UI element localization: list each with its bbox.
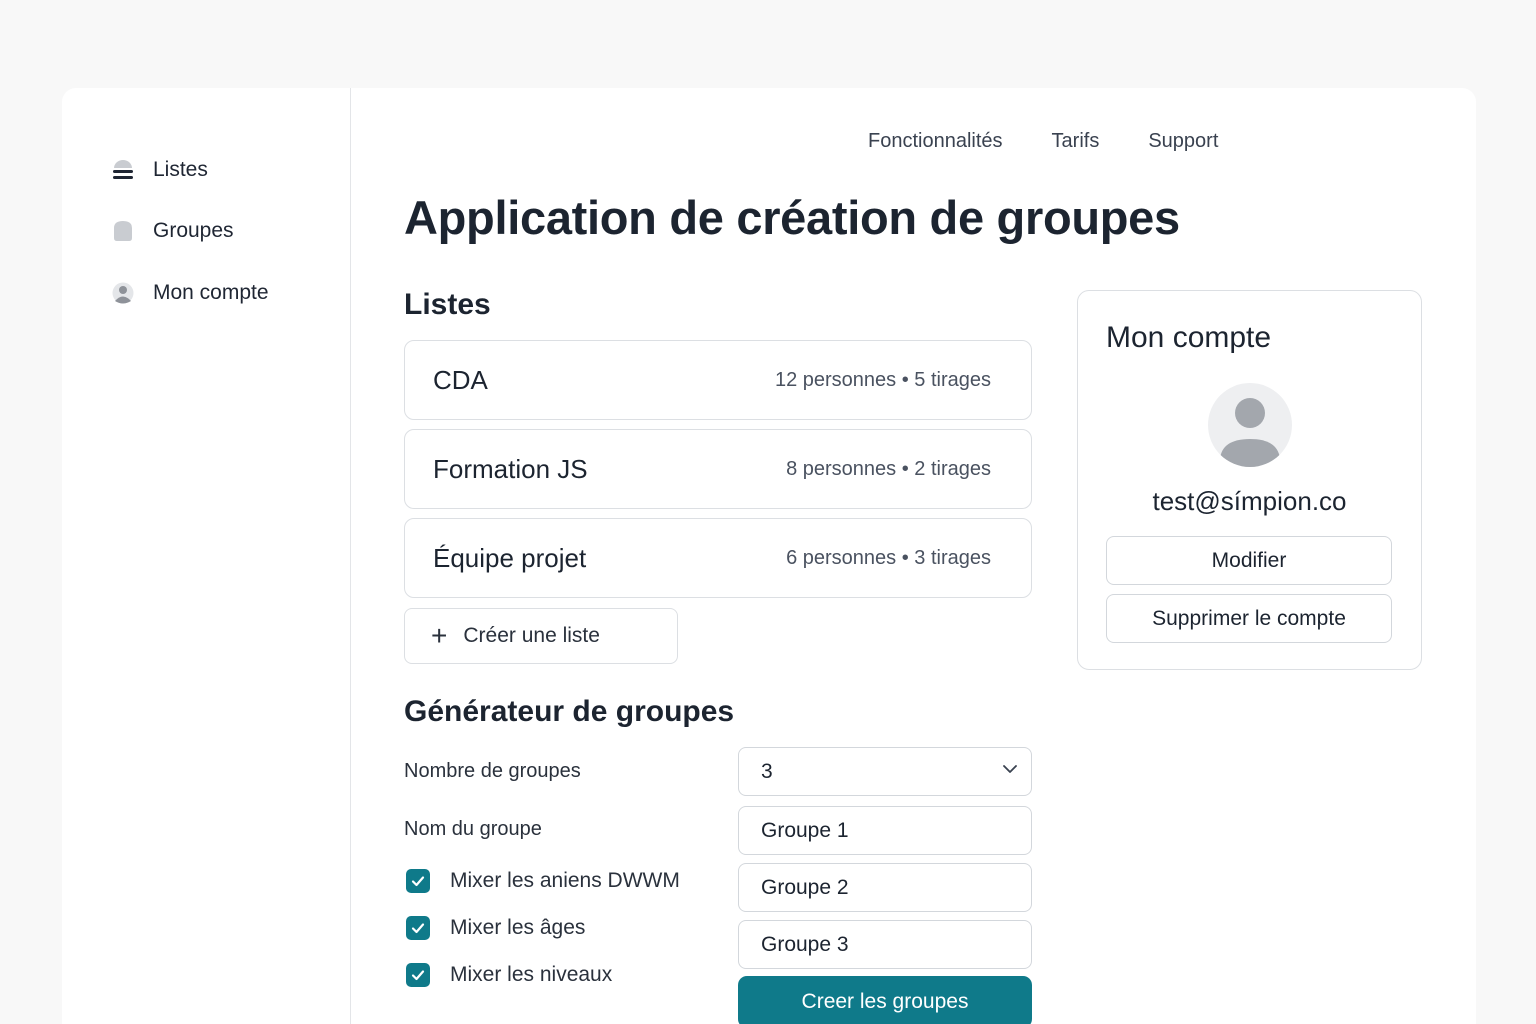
sidebar-item-listes[interactable]: Listes [112, 154, 208, 186]
account-card: Mon compte test@símpion.co Modifier Supp… [1077, 290, 1422, 670]
create-list-button[interactable]: + Créer une liste [404, 608, 678, 664]
sidebar: Listes Groupes Mon compte [62, 88, 351, 1024]
check-icon [411, 970, 425, 981]
group-name-value: Groupe 2 [761, 875, 849, 899]
checkbox-checked[interactable] [406, 916, 430, 940]
edit-account-button[interactable]: Modifier [1106, 536, 1392, 585]
list-name: CDA [433, 364, 488, 395]
check-icon [411, 923, 425, 934]
group-name-input-3[interactable]: Groupe 3 [738, 920, 1032, 969]
sidebar-item-mon-compte[interactable]: Mon compte [112, 277, 269, 309]
nav-link-support[interactable]: Support [1148, 130, 1218, 153]
checkbox-checked[interactable] [406, 869, 430, 893]
list-item[interactable]: CDA 12 personnes • 5 tirages [404, 340, 1032, 420]
sidebar-item-groupes[interactable]: Groupes [112, 215, 234, 247]
group-name-value: Groupe 3 [761, 932, 849, 956]
sidebar-item-label: Listes [153, 158, 208, 181]
checkbox-checked[interactable] [406, 963, 430, 987]
mix-levels-option[interactable]: Mixer les niveaux [406, 963, 612, 987]
mix-dwwm-option[interactable]: Mixer les aniens DWWM [406, 869, 680, 893]
list-meta: 6 personnes • 3 tirages [786, 546, 991, 569]
group-count-label: Nombre de groupes [404, 760, 581, 782]
list-meta: 8 personnes • 2 tirages [786, 457, 991, 480]
option-label: Mixer les âges [450, 916, 586, 939]
group-count-value: 3 [761, 759, 773, 783]
chevron-down-icon [1001, 760, 1019, 784]
group-name-input-2[interactable]: Groupe 2 [738, 863, 1032, 912]
avatar [1208, 383, 1292, 467]
nav-link-fonctionnalites[interactable]: Fonctionnalités [868, 130, 1003, 153]
list-item[interactable]: Équipe projet 6 personnes • 3 tirages [404, 518, 1032, 598]
list-name: Équipe projet [433, 542, 587, 573]
list-item[interactable]: Formation JS 8 personnes • 2 tirages [404, 429, 1032, 509]
account-title: Mon compte [1106, 321, 1272, 354]
page-title: Application de création de groupes [404, 191, 1180, 244]
mix-ages-option[interactable]: Mixer les âges [406, 916, 585, 940]
create-groups-button[interactable]: Creer les groupes [738, 976, 1032, 1024]
option-label: Mixer les niveaux [450, 963, 613, 986]
account-email: test@símpion.co [1152, 486, 1347, 516]
group-name-label: Nom du groupe [404, 818, 542, 840]
delete-account-button[interactable]: Supprimer le compte [1106, 594, 1392, 643]
group-count-select[interactable]: 3 [738, 747, 1032, 796]
create-list-label: Créer une liste [463, 624, 600, 647]
nav-link-tarifs[interactable]: Tarifs [1052, 130, 1100, 153]
user-icon [112, 282, 134, 304]
option-label: Mixer les aniens DWWM [450, 869, 680, 892]
groups-icon [112, 220, 134, 242]
list-meta: 12 personnes • 5 tirages [774, 368, 991, 391]
check-icon [411, 876, 425, 887]
list-name: Formation JS [433, 453, 588, 484]
generator-heading: Générateur de groupes [404, 695, 735, 728]
list-icon [112, 159, 134, 181]
sidebar-item-label: Mon compte [153, 281, 269, 304]
sidebar-item-label: Groupes [153, 219, 234, 242]
top-nav: Fonctionnalités Tarifs Support [868, 130, 1218, 153]
app-window: Listes Groupes Mon compte Fonctionnalité… [62, 88, 1476, 1024]
group-name-value: Groupe 1 [761, 818, 849, 842]
lists-heading: Listes [404, 288, 491, 321]
plus-icon: + [431, 620, 448, 651]
group-name-input-1[interactable]: Groupe 1 [738, 806, 1032, 855]
